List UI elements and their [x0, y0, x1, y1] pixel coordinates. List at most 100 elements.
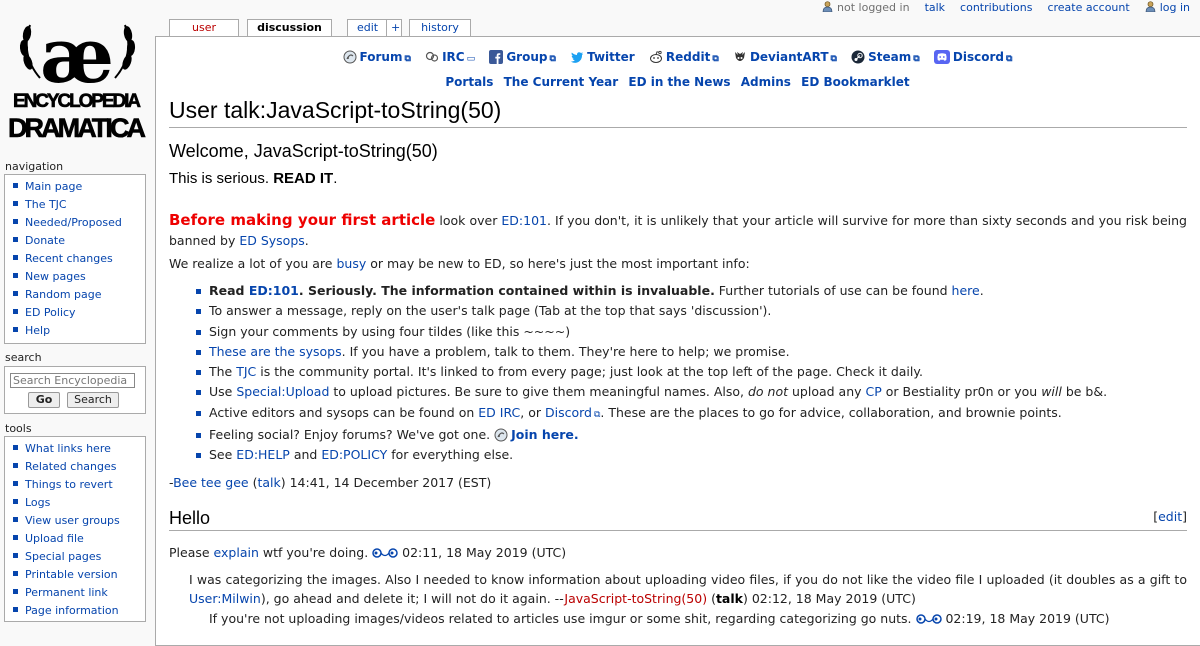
tools-item[interactable]: Related changes: [13, 458, 145, 476]
sysops-link[interactable]: These are the sysops: [209, 344, 342, 359]
serious-line: This is serious. READ IT.: [169, 170, 338, 187]
nav-item[interactable]: Recent changes: [13, 250, 145, 268]
nav-item[interactable]: New pages: [13, 268, 145, 286]
reddit-link[interactable]: Reddit ⧉: [649, 50, 719, 64]
facebook-icon: [489, 50, 504, 64]
tools-item[interactable]: Page information: [13, 602, 145, 620]
tjc-link[interactable]: TJC: [236, 364, 256, 379]
contributions-link[interactable]: contributions: [960, 1, 1032, 14]
user-milwin-link[interactable]: User:Milwin: [189, 591, 261, 606]
nav-item[interactable]: Main page: [13, 178, 145, 196]
forum-link[interactable]: Forum ⧉: [343, 50, 411, 64]
tools-item[interactable]: Permanent link: [13, 584, 145, 602]
tools-link[interactable]: View user groups: [25, 514, 120, 527]
tools-link[interactable]: Special pages: [25, 550, 101, 563]
tab-user-page[interactable]: user page: [169, 19, 239, 50]
signature-icon[interactable]: [372, 548, 398, 558]
irc-link[interactable]: IRC ▭: [425, 50, 475, 64]
tab-add-section[interactable]: +: [386, 19, 402, 36]
edit-section: [edit]: [1153, 509, 1187, 524]
tools-item[interactable]: What links here: [13, 440, 145, 458]
cp-link[interactable]: CP: [866, 384, 882, 399]
tab-edit[interactable]: edit: [347, 19, 388, 36]
explain-link[interactable]: explain: [214, 545, 259, 560]
nav-link[interactable]: Main page: [25, 180, 82, 193]
list-item: Feeling social? Enjoy forums? We've got …: [196, 425, 1107, 445]
tools-link[interactable]: What links here: [25, 442, 111, 455]
nav-link[interactable]: ED Policy: [25, 306, 76, 319]
ed-policy-link[interactable]: ED:POLICY: [321, 447, 387, 462]
list-item: Sign your comments by using four tildes …: [196, 322, 1107, 342]
current-year-link[interactable]: The Current Year: [504, 75, 619, 89]
log-in-item[interactable]: log in: [1145, 1, 1190, 14]
search-input[interactable]: [10, 373, 135, 388]
tools-link[interactable]: Page information: [25, 604, 119, 617]
here-link[interactable]: here: [952, 283, 980, 298]
ed101-tip-link[interactable]: ED:101: [249, 283, 299, 298]
group-link[interactable]: Group ⧉: [489, 50, 556, 64]
special-upload-link[interactable]: Special:Upload: [236, 384, 329, 399]
tools-link[interactable]: Permanent link: [25, 586, 108, 599]
nav-item[interactable]: Random page: [13, 286, 145, 304]
tab-discussion[interactable]: discussion: [247, 19, 332, 37]
tools-link[interactable]: Related changes: [25, 460, 117, 473]
tools-item[interactable]: Printable version: [13, 566, 145, 584]
tools-link[interactable]: Things to revert: [25, 478, 113, 491]
user-talk-link[interactable]: talk: [716, 591, 743, 606]
admins-link[interactable]: Admins: [741, 75, 791, 89]
steam-icon: [851, 50, 865, 64]
user-talk-link[interactable]: talk: [257, 475, 280, 490]
ed-in-news-link[interactable]: ED in the News: [628, 75, 730, 89]
create-account-link[interactable]: create account: [1047, 1, 1129, 14]
nav-link[interactable]: New pages: [25, 270, 86, 283]
edit-section-link[interactable]: edit: [1158, 509, 1182, 524]
bookmarklet-link[interactable]: ED Bookmarklet: [801, 75, 909, 89]
sitenotice-social: Forum ⧉ IRC ▭ Group ⧉ Twitter Reddit ⧉ Devia…: [155, 50, 1200, 64]
nav-link[interactable]: Donate: [25, 234, 65, 247]
tools-link[interactable]: Logs: [25, 496, 50, 509]
ed101-link[interactable]: ED:101: [501, 213, 547, 228]
tools-item[interactable]: Special pages: [13, 548, 145, 566]
site-logo[interactable]: æ ENCYCLOPEDIA DRAMATICA: [0, 0, 155, 155]
nav-item[interactable]: Donate: [13, 232, 145, 250]
ed-help-link[interactable]: ED:HELP: [236, 447, 290, 462]
navigation-heading: navigation: [5, 160, 64, 173]
nav-link[interactable]: Random page: [25, 288, 102, 301]
nav-item[interactable]: The TJC: [13, 196, 145, 214]
signature-line: -Bee tee gee (talk) 14:41, 14 December 2…: [169, 475, 492, 490]
tools-item[interactable]: Upload file: [13, 530, 145, 548]
nav-item[interactable]: Help: [13, 322, 145, 340]
tools-item[interactable]: View user groups: [13, 512, 145, 530]
nav-item[interactable]: Needed/Proposed: [13, 214, 145, 232]
twitter-icon: [570, 52, 584, 63]
tools-link[interactable]: Printable version: [25, 568, 118, 581]
nav-link[interactable]: The TJC: [25, 198, 67, 211]
busy-link[interactable]: busy: [336, 256, 366, 271]
user-link[interactable]: Bee tee gee: [173, 475, 249, 490]
go-button[interactable]: Go: [28, 392, 60, 408]
tools-item[interactable]: Logs: [13, 494, 145, 512]
tools-item[interactable]: Things to revert: [13, 476, 145, 494]
twitter-link[interactable]: Twitter: [570, 50, 635, 64]
user-link[interactable]: JavaScript-toString(50): [564, 591, 707, 606]
log-in-link[interactable]: log in: [1160, 1, 1190, 14]
join-forum-link[interactable]: Join here.: [511, 427, 579, 442]
signature-icon[interactable]: [915, 614, 942, 624]
discord-link[interactable]: Discord ⧉: [933, 50, 1012, 64]
nav-link[interactable]: Help: [25, 324, 50, 337]
deviantart-link[interactable]: DeviantART ⧉: [733, 50, 837, 64]
search-button[interactable]: Search: [67, 392, 119, 408]
discord-tip-link[interactable]: Discord: [545, 405, 592, 420]
nav-link[interactable]: Needed/Proposed: [25, 216, 122, 229]
ed-sysops-link[interactable]: ED Sysops: [239, 233, 304, 248]
not-logged-in: not logged in: [822, 1, 910, 14]
ed-irc-link[interactable]: ED IRC: [478, 405, 520, 420]
tab-history[interactable]: history: [409, 19, 471, 36]
nav-link[interactable]: Recent changes: [25, 252, 113, 265]
portals-link[interactable]: Portals: [445, 75, 493, 89]
tools-link[interactable]: Upload file: [25, 532, 84, 545]
comment: If you're not uploading images/videos re…: [209, 611, 1110, 626]
talk-link[interactable]: talk: [925, 1, 945, 14]
steam-link[interactable]: Steam ⧉: [851, 50, 920, 64]
nav-item[interactable]: ED Policy: [13, 304, 145, 322]
